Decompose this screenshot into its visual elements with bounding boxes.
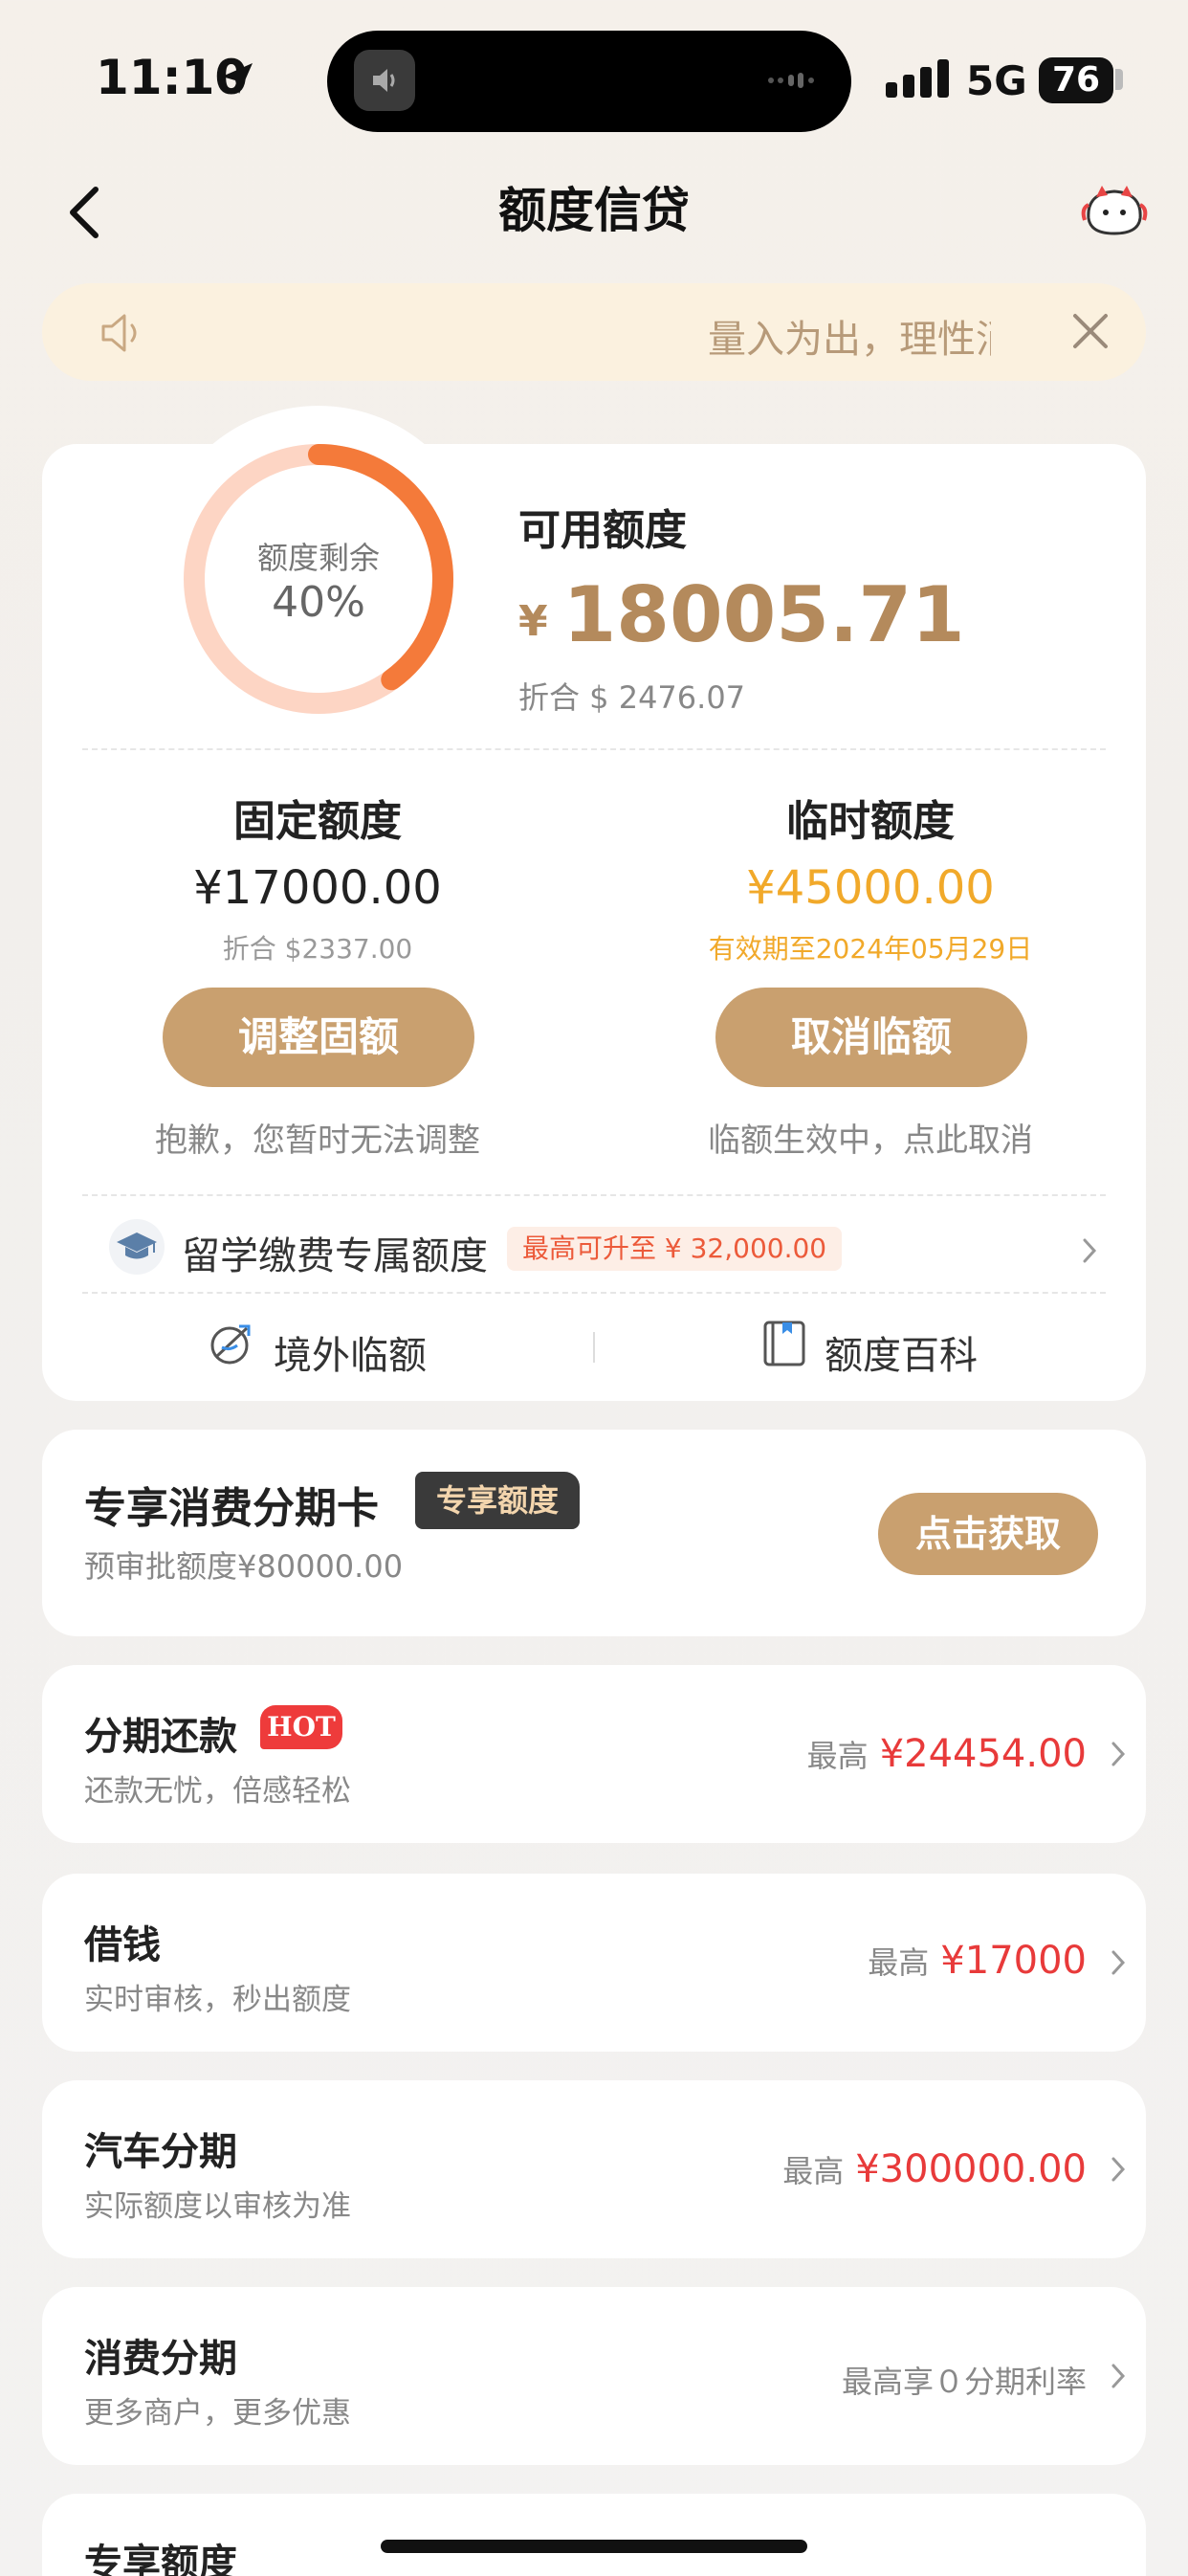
mascot-avatar-icon[interactable] [1081, 180, 1148, 239]
battery-cap [1115, 69, 1123, 90]
max-value: ¥24454.00 [879, 1732, 1087, 1776]
currency-symbol: ¥ [518, 597, 548, 646]
row-subtitle: 实时审核，秒出额度 [84, 1983, 351, 2017]
chevron-right-icon[interactable] [1110, 2362, 1127, 2390]
installment-card-preapproval: 预审批额度¥80000.00 [84, 1548, 404, 1585]
row-subtitle: 实际额度以审核为准 [84, 2189, 351, 2224]
battery-level: 76 [1039, 57, 1113, 103]
notice-text: 量入为出，理性消费 [708, 318, 991, 362]
page-title: 额度信贷 [498, 183, 690, 238]
home-indicator [381, 2540, 807, 2553]
row-max-amount: 最高 ¥17000 [868, 1939, 1087, 1983]
fixed-quota-note: 抱歉，您暂时无法调整 [155, 1121, 480, 1160]
max-label: 最高 [782, 2153, 845, 2189]
activity-dots-icon [768, 73, 814, 88]
speaker-volume-icon [354, 50, 415, 111]
fixed-quota-amount: ¥17000.00 [193, 861, 442, 915]
fixed-quota-usd: 折合 $2337.00 [222, 933, 413, 965]
network-type: 5G [966, 57, 1027, 104]
divider [82, 1292, 1106, 1294]
row-title: 分期还款 [84, 1715, 237, 1759]
study-abroad-quota-label[interactable]: 留学缴费专属额度 [182, 1225, 488, 1280]
row-right-text: 最高享０分期利率 [841, 2364, 1087, 2400]
max-value: ¥300000.00 [855, 2147, 1087, 2191]
row-title: 消费分期 [84, 2337, 237, 2381]
temp-quota-title: 临时额度 [786, 797, 955, 846]
chevron-right-icon[interactable] [1081, 1236, 1098, 1265]
chevron-right-icon[interactable] [1110, 1740, 1127, 1768]
temp-quota-expiry: 有效期至2024年05月29日 [708, 933, 1033, 965]
available-quota-amount: ¥18005.71 [518, 570, 965, 659]
fixed-quota-title: 固定额度 [233, 797, 402, 846]
quota-wiki-book-icon [763, 1321, 805, 1366]
get-card-button[interactable]: 点击获取 [878, 1493, 1098, 1575]
quota-wiki-link[interactable]: 额度百科 [825, 1324, 978, 1380]
hot-badge: HOT [260, 1705, 342, 1749]
chevron-right-icon[interactable] [1110, 2155, 1127, 2184]
temp-quota-note[interactable]: 临额生效中，点此取消 [631, 1114, 1110, 1161]
row-max-amount: 最高 ¥24454.00 [807, 1732, 1087, 1776]
row-max-amount: 最高 ¥300000.00 [782, 2147, 1087, 2191]
installment-card-title: 专享消费分期卡 [84, 1484, 379, 1533]
row-title: 专享额度 [84, 2542, 237, 2576]
close-icon[interactable] [1071, 312, 1110, 350]
row-title: 借钱 [84, 1923, 161, 1967]
row-subtitle: 还款无忧，倍感轻松 [84, 1774, 351, 1809]
adjust-fixed-quota-button[interactable]: 调整固额 [163, 988, 474, 1087]
max-label: 最高 [868, 1944, 930, 1981]
exclusive-quota-badge: 专享额度 [415, 1472, 580, 1529]
temp-quota-amount: ¥45000.00 [746, 861, 995, 915]
cellular-signal-icon [886, 59, 949, 98]
max-value: ¥17000 [940, 1939, 1087, 1983]
available-quota-value: 18005.71 [562, 570, 965, 659]
cancel-temp-quota-button[interactable]: 取消临额 [715, 988, 1027, 1087]
chevron-right-icon[interactable] [1110, 1948, 1127, 1977]
overseas-temp-quota-link[interactable]: 境外临额 [274, 1324, 427, 1380]
available-quota-label: 可用额度 [518, 506, 687, 555]
graduation-cap-icon [109, 1219, 165, 1275]
ring-percent: 40% [272, 578, 365, 627]
study-abroad-badge: 最高可升至 ¥ 32,000.00 [507, 1227, 843, 1271]
ring-label: 额度剩余 [256, 540, 380, 576]
row-subtitle: 更多商户，更多优惠 [84, 2396, 351, 2431]
speaker-icon [101, 314, 137, 352]
max-label: 最高 [806, 1738, 869, 1774]
location-arrow-icon [222, 63, 253, 94]
overseas-quota-icon [210, 1324, 251, 1365]
divider [82, 1194, 1106, 1196]
divider [82, 748, 1106, 750]
available-quota-usd: 折合 $ 2476.07 [518, 679, 746, 716]
link-divider [593, 1332, 595, 1363]
row-title: 汽车分期 [84, 2130, 237, 2174]
